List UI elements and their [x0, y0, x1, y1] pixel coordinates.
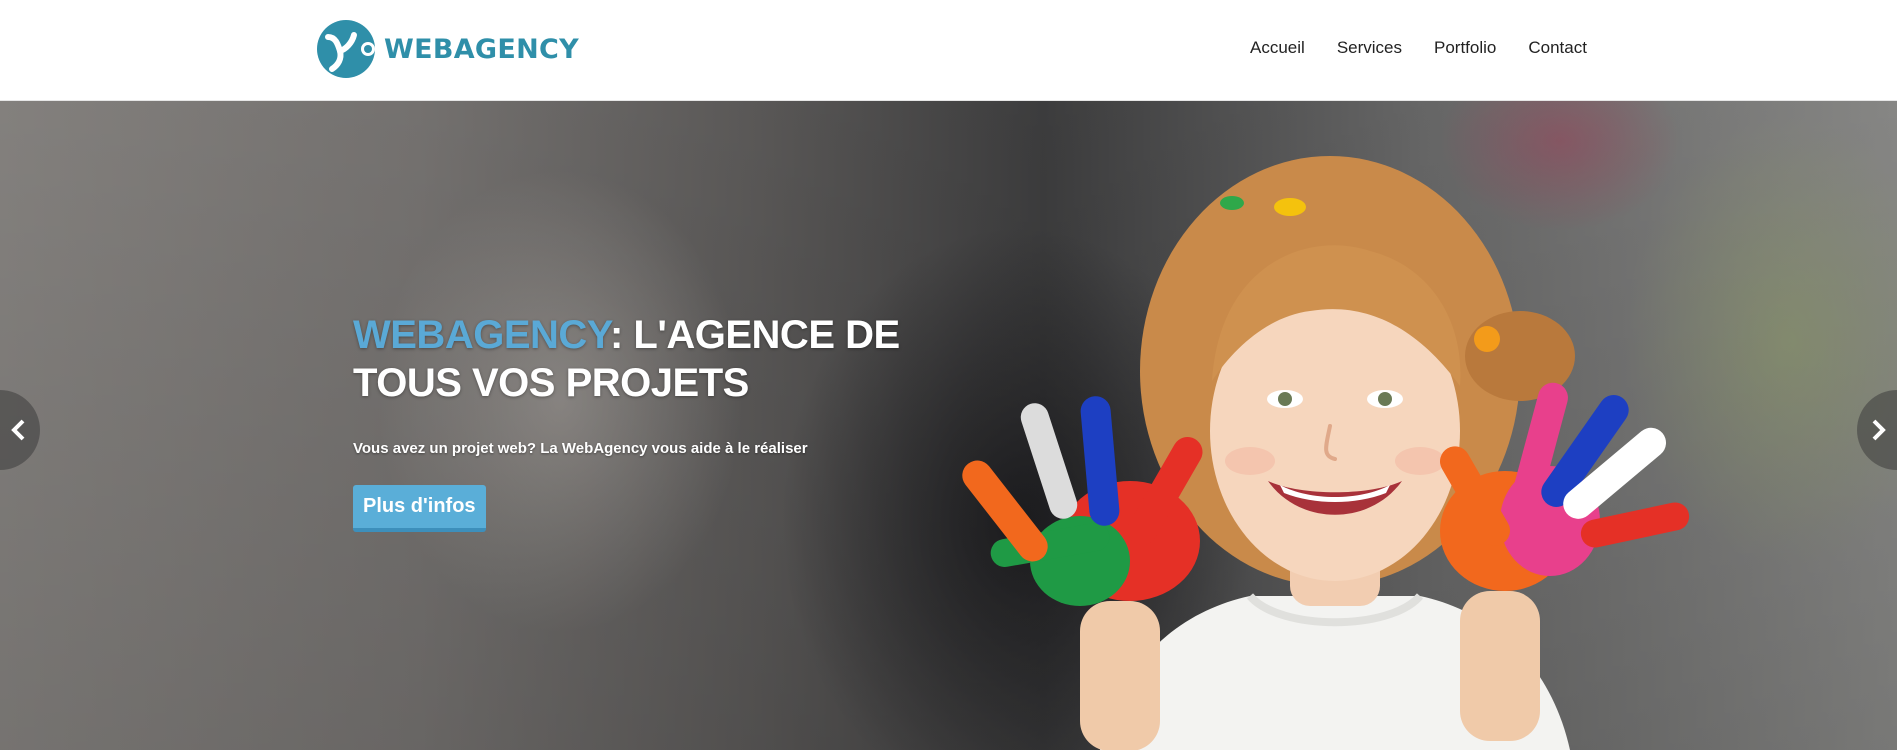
chevron-right-icon	[1872, 419, 1886, 441]
hero-slider: WEBAGENCY: L'AGENCE DE TOUS VOS PROJETS …	[0, 101, 1897, 750]
logo-icon	[317, 20, 375, 78]
carousel-prev-button[interactable]	[0, 390, 40, 470]
nav-accueil[interactable]: Accueil	[1250, 38, 1305, 58]
logo-text: WEBAGENCY	[384, 33, 579, 65]
nav-portfolio[interactable]: Portfolio	[1434, 38, 1496, 58]
nav-contact[interactable]: Contact	[1528, 38, 1587, 58]
hero-title: WEBAGENCY: L'AGENCE DE TOUS VOS PROJETS	[353, 311, 993, 407]
main-nav: Accueil Services Portfolio Contact	[1250, 38, 1587, 58]
chevron-left-icon	[11, 419, 25, 441]
logo[interactable]: WEBAGENCY	[316, 19, 579, 79]
more-info-button[interactable]: Plus d'infos	[353, 485, 486, 532]
child-painted-hands-photo	[962, 156, 1690, 750]
hero-subtitle: Vous avez un projet web? La WebAgency vo…	[353, 440, 808, 457]
nav-services[interactable]: Services	[1337, 38, 1402, 58]
site-header: WEBAGENCY Accueil Services Portfolio Con…	[0, 0, 1897, 101]
hero-content: WEBAGENCY: L'AGENCE DE TOUS VOS PROJETS …	[353, 311, 993, 532]
hero-title-brand: WEBAGENCY	[353, 313, 610, 357]
carousel-next-button[interactable]	[1857, 390, 1897, 470]
